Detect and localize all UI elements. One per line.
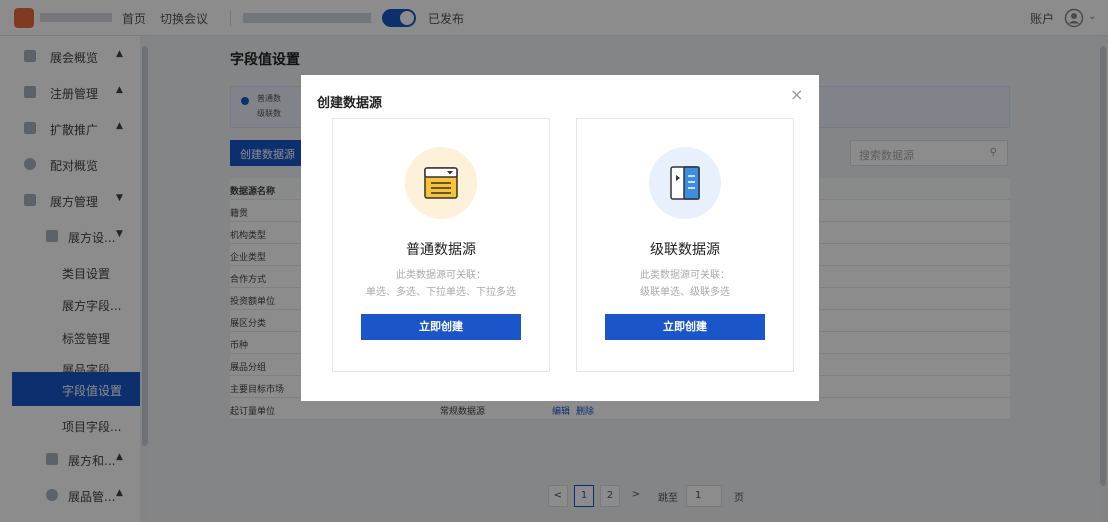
card-description: 此类数据源可关联：: [640, 270, 730, 281]
card-description: 级联单选、级联多选: [640, 287, 730, 298]
create-datasource-dialog: 创建数据源 × 普通数据源 此类数据源可关联： 单选、多选、下拉单选、下拉多选 …: [301, 75, 819, 401]
card-title: 普通数据源: [406, 242, 476, 258]
dialog-title: 创建数据源: [317, 96, 383, 111]
cascade-panel-icon: [670, 166, 700, 200]
create-cascade-button[interactable]: 立即创建: [605, 314, 765, 340]
close-icon[interactable]: ×: [790, 85, 803, 104]
dropdown-list-icon: [424, 167, 458, 199]
normal-datasource-card[interactable]: 普通数据源 此类数据源可关联： 单选、多选、下拉单选、下拉多选 立即创建: [332, 118, 550, 372]
card-title: 级联数据源: [650, 242, 720, 258]
icon-background: [405, 147, 477, 219]
card-description: 单选、多选、下拉单选、下拉多选: [366, 287, 516, 298]
icon-background: [649, 147, 721, 219]
create-normal-button[interactable]: 立即创建: [361, 314, 521, 340]
card-description: 此类数据源可关联：: [396, 270, 486, 281]
cascade-datasource-card[interactable]: 级联数据源 此类数据源可关联： 级联单选、级联多选 立即创建: [576, 118, 794, 372]
